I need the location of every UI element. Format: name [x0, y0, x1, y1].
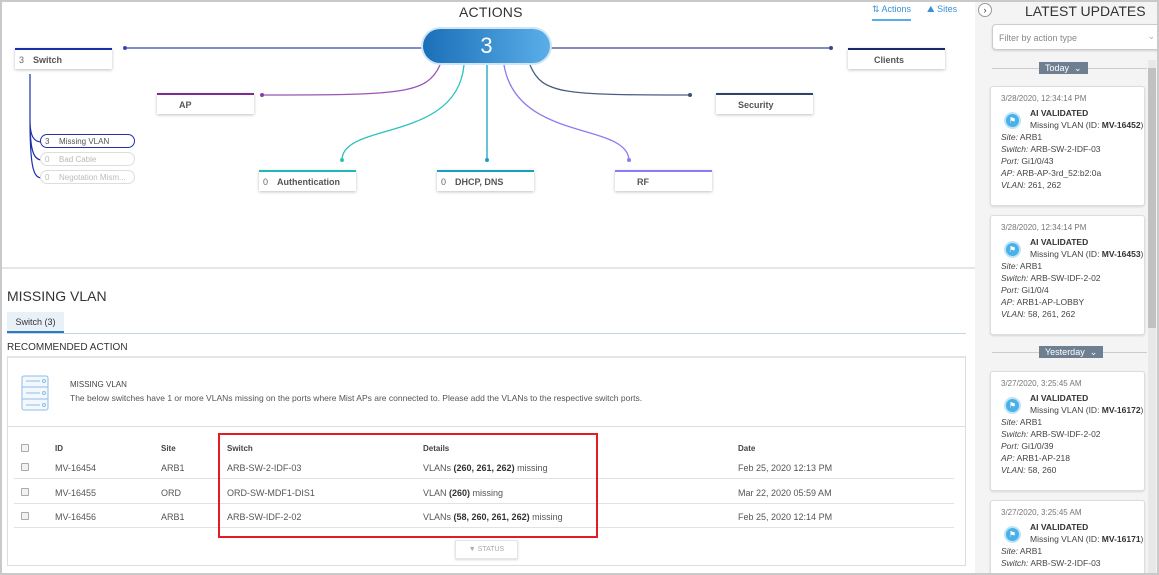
group-yesterday[interactable]: Yesterday ⌄ — [1039, 346, 1104, 358]
switch-stack-icon — [21, 375, 49, 411]
cell-site: ARB1 — [161, 512, 185, 522]
cell-date: Mar 22, 2020 05:59 AM — [738, 488, 832, 498]
select-all-checkbox[interactable] — [21, 444, 29, 452]
card-timestamp: 3/27/2020, 3:25:45 AM — [1001, 379, 1082, 388]
node-rf[interactable]: RF — [615, 170, 712, 191]
card-switch: Switch: ARB-SW-IDF-2-02 — [1001, 273, 1101, 283]
actions-total[interactable]: 3 — [423, 29, 550, 63]
row-checkbox[interactable] — [21, 512, 29, 520]
node-clients[interactable]: Clients — [848, 48, 945, 69]
col-date[interactable]: Date — [738, 444, 755, 453]
node-ap[interactable]: AP — [157, 93, 254, 114]
card-port: Port: Gi1/0/39 — [1001, 441, 1054, 451]
ai-validated-icon: ⚑ — [1004, 526, 1021, 543]
card-ap: AP: ARB1-AP-218 — [1001, 453, 1070, 463]
card-port: Port: Gi1/0/4 — [1001, 285, 1049, 295]
card-switch: Switch: ARB-SW-IDF-2-02 — [1001, 429, 1101, 439]
node-authentication[interactable]: 0 Authentication — [259, 170, 356, 191]
card-port: Port: Gi1/0/43 — [1001, 156, 1054, 166]
filter-icon: ▼ — [468, 546, 478, 553]
chevron-down-icon: ⌄ — [1074, 62, 1082, 73]
update-card[interactable]: 3/28/2020, 12:34:14 PM ⚑ AI VALIDATED Mis… — [990, 215, 1145, 335]
connector-rf — [503, 64, 630, 161]
card-status: AI VALIDATED — [1030, 522, 1089, 532]
collapse-panel-button[interactable]: › — [978, 3, 992, 17]
filter-action-type-select[interactable]: Filter by action type ⌄ — [992, 24, 1157, 50]
status-filter-button[interactable]: ▼ STATUS — [455, 540, 518, 559]
update-card[interactable]: 3/27/2020, 3:25:45 AM ⚑ AI VALIDATED Miss… — [990, 500, 1145, 573]
card-vlan: VLAN: 58, 261, 262 — [1001, 309, 1076, 319]
app-frame: ACTIONS ⇅ Actions ⛰ Sites 3 3 Switch Clie… — [2, 2, 1157, 573]
subitem-missing-vlan[interactable]: 3 Missing VLAN — [40, 134, 135, 148]
info-title: MISSING VLAN — [70, 380, 127, 389]
row-checkbox[interactable] — [21, 463, 29, 471]
actions-panel: ACTIONS ⇅ Actions ⛰ Sites 3 3 Switch Clie… — [2, 2, 975, 573]
recommended-action-label: RECOMMENDED ACTION — [7, 342, 128, 353]
card-site: Site: ARB1 — [1001, 546, 1043, 556]
updates-title: LATEST UPDATES — [1025, 3, 1146, 19]
update-card[interactable]: 3/28/2020, 12:34:14 PM ⚑ AI VALIDATED Mis… — [990, 86, 1145, 206]
ai-validated-icon: ⚑ — [1004, 112, 1021, 129]
card-switch: Switch: ARB-SW-2-IDF-03 — [1001, 558, 1101, 568]
card-site: Site: ARB1 — [1001, 261, 1043, 271]
col-id: ID — [55, 444, 63, 453]
highlight-box — [218, 433, 598, 538]
card-status: AI VALIDATED — [1030, 237, 1089, 247]
divider — [2, 267, 975, 269]
group-today[interactable]: Today ⌄ — [1039, 62, 1088, 74]
node-switch[interactable]: 3 Switch — [15, 48, 112, 69]
cell-site: ARB1 — [161, 463, 185, 473]
card-timestamp: 3/28/2020, 12:34:14 PM — [1001, 94, 1087, 103]
card-ap: AP: ARB1-AP-LOBBY — [1001, 297, 1085, 307]
chevron-down-icon: ⌄ — [1147, 31, 1155, 41]
scrollbar-thumb[interactable] — [1148, 68, 1156, 328]
cell-id: MV-16456 — [55, 512, 97, 522]
chevron-down-icon: ⌄ — [1089, 346, 1098, 357]
card-vlan: VLAN: 58, 260 — [1001, 465, 1057, 475]
cell-date: Feb 25, 2020 12:13 PM — [738, 463, 833, 473]
card-switch: Switch: ARB-SW-2-IDF-03 — [1001, 144, 1101, 154]
card-vlan: VLAN: 261, 262 — [1001, 180, 1062, 190]
card-timestamp: 3/28/2020, 12:34:14 PM — [1001, 223, 1087, 232]
connector-ap — [261, 64, 441, 96]
update-card[interactable]: 3/27/2020, 3:25:45 AM ⚑ AI VALIDATED Miss… — [990, 371, 1145, 491]
card-ap: AP: ARB-AP-3rd_52:b2:0a — [1001, 168, 1102, 178]
subitem-negotiation-mismatch[interactable]: 0 Negotation Mism... — [40, 170, 135, 184]
ai-validated-icon: ⚑ — [1004, 241, 1021, 258]
card-status: AI VALIDATED — [1030, 108, 1089, 118]
subitem-bad-cable[interactable]: 0 Bad Cable — [40, 152, 135, 166]
ai-validated-icon: ⚑ — [1004, 397, 1021, 414]
info-text: The below switches have 1 or more VLANs … — [70, 393, 643, 403]
connector-authentication — [341, 64, 465, 161]
card-status: AI VALIDATED — [1030, 393, 1089, 403]
latest-updates-panel: › LATEST UPDATES Filter by action type ⌄ … — [975, 2, 1157, 573]
cell-id: MV-16455 — [55, 488, 97, 498]
card-site: Site: ARB1 — [1001, 132, 1043, 142]
card-site: Site: ARB1 — [1001, 417, 1043, 427]
detail-title: MISSING VLAN — [7, 288, 107, 304]
col-site: Site — [161, 444, 176, 453]
tab-switch[interactable]: Switch (3) — [7, 312, 64, 333]
updates-scrollbar[interactable] — [1148, 60, 1156, 573]
cell-id: MV-16454 — [55, 463, 97, 473]
node-dhcp-dns[interactable]: 0 DHCP, DNS — [437, 170, 534, 191]
row-checkbox[interactable] — [21, 488, 29, 496]
cell-date: Feb 25, 2020 12:14 PM — [738, 512, 833, 522]
chevron-right-icon: › — [983, 5, 987, 15]
cell-site: ORD — [161, 488, 181, 498]
node-security[interactable]: Security — [716, 93, 813, 114]
card-timestamp: 3/27/2020, 3:25:45 AM — [1001, 508, 1082, 517]
tab-underline — [7, 333, 966, 334]
connector-security — [529, 64, 691, 96]
